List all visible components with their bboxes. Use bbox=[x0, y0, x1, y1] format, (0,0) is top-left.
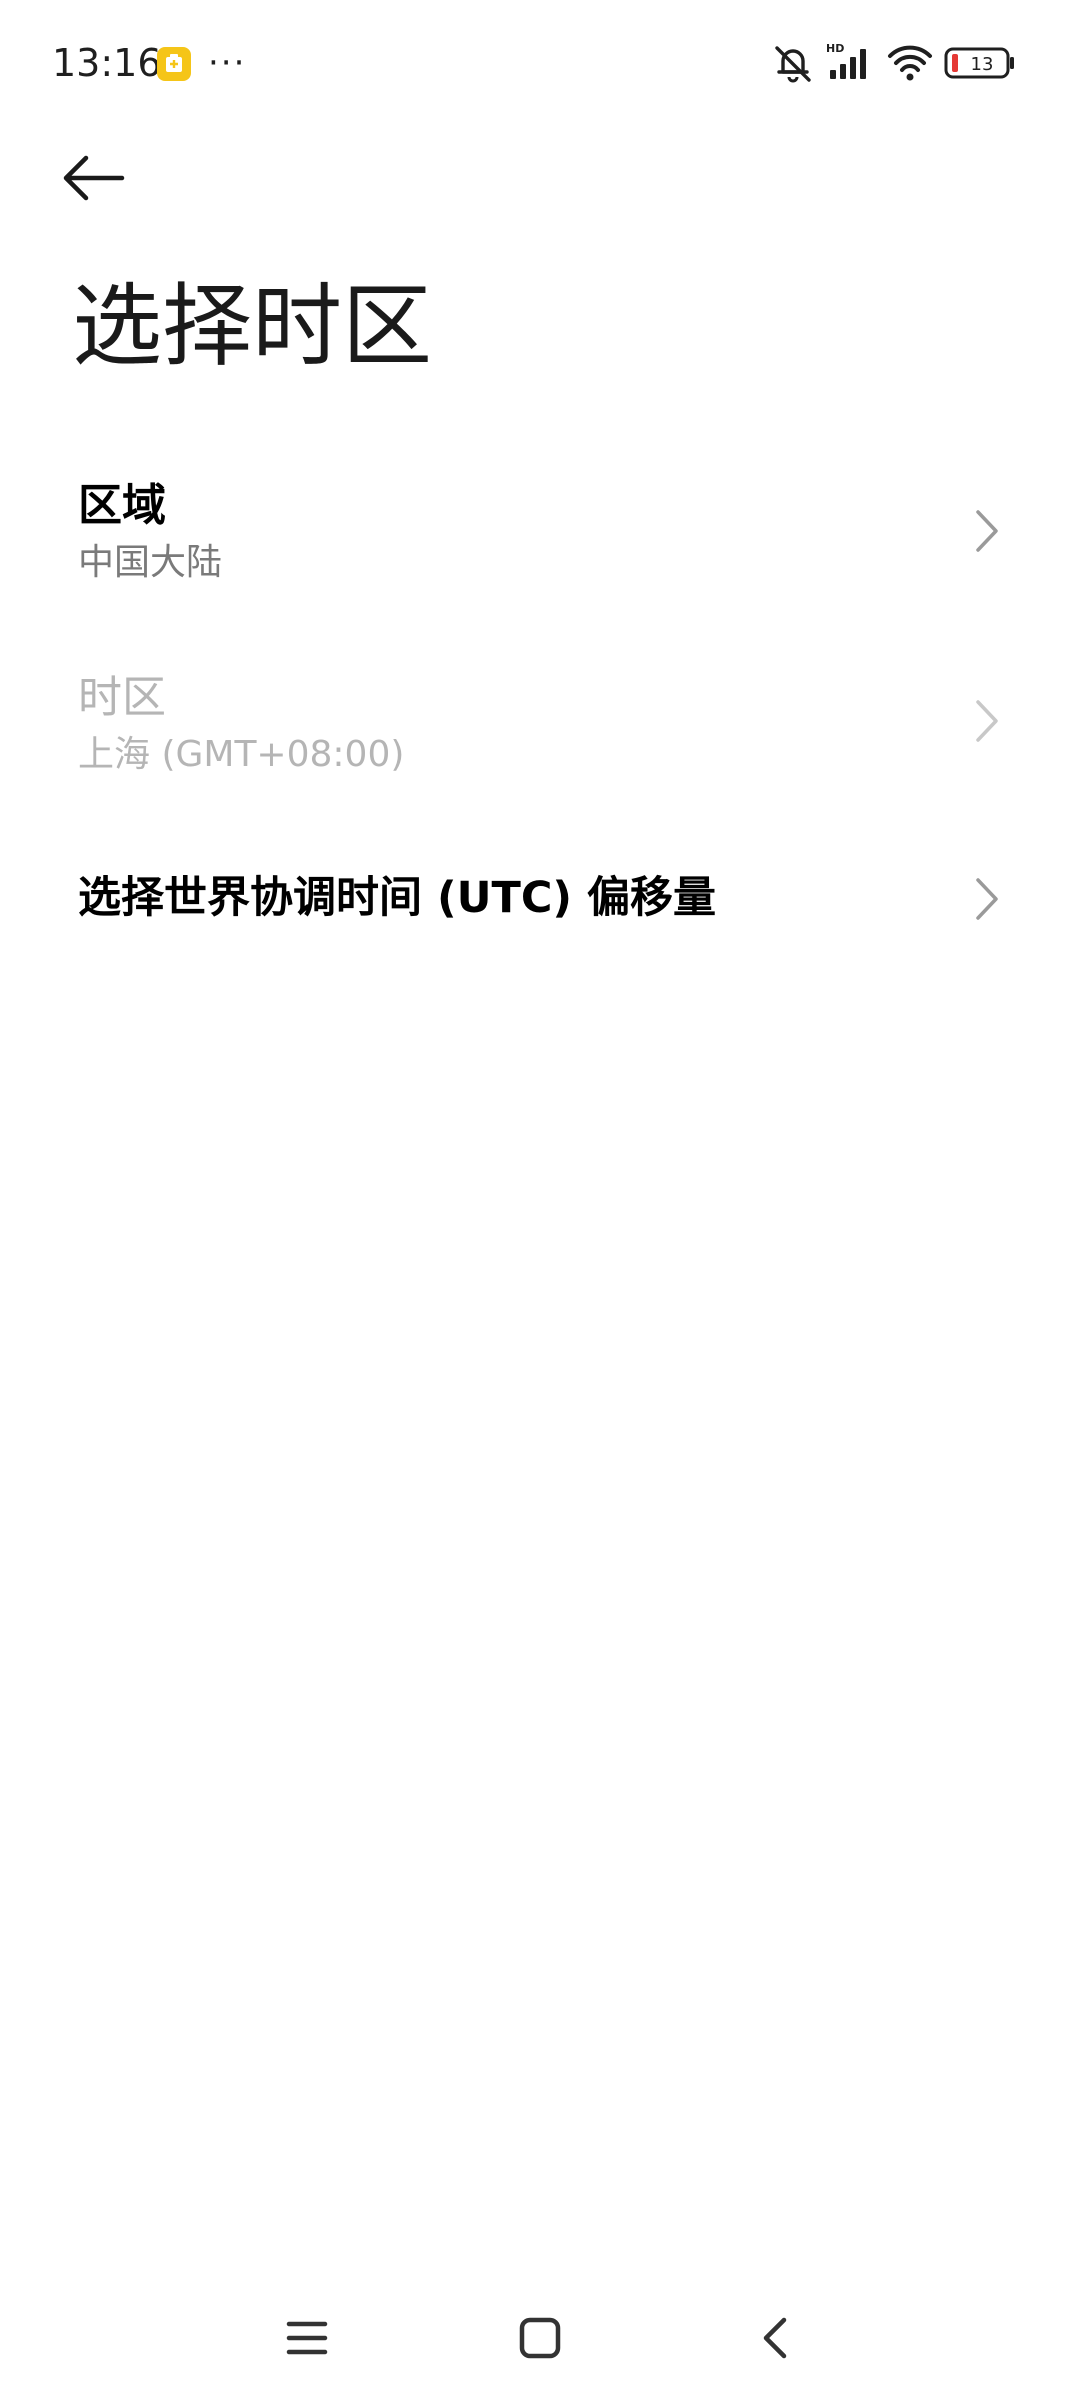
timezone-setting-item: 时区 上海 (GMT+08:00) bbox=[0, 640, 1080, 800]
battery-level: 13 bbox=[971, 54, 994, 75]
region-title: 区域 bbox=[78, 480, 166, 531]
status-time: 13:16 bbox=[52, 41, 162, 85]
overflow-notifications: ··· bbox=[208, 43, 247, 83]
navigation-bar bbox=[0, 2280, 1080, 2403]
chevron-right-icon bbox=[974, 874, 1000, 924]
network-type-label: HD bbox=[826, 42, 844, 55]
chevron-right-icon bbox=[974, 696, 1000, 746]
arrow-left-icon bbox=[60, 153, 126, 207]
utc-offset-title: 选择世界协调时间 (UTC) 偏移量 bbox=[78, 873, 717, 923]
status-bar: 13:16 ··· HD 13 bbox=[0, 0, 1080, 128]
battery-icon: 13 bbox=[944, 40, 1016, 86]
timezone-title: 时区 bbox=[78, 672, 166, 723]
utc-offset-setting-item[interactable]: 选择世界协调时间 (UTC) 偏移量 bbox=[0, 840, 1080, 960]
menu-icon bbox=[285, 2318, 329, 2362]
wifi-icon bbox=[886, 40, 934, 86]
mute-bell-icon bbox=[770, 40, 816, 86]
signal-icon: HD bbox=[826, 40, 874, 86]
region-value: 中国大陆 bbox=[78, 542, 223, 583]
nav-back-button[interactable] bbox=[730, 2300, 820, 2380]
recents-button[interactable] bbox=[262, 2300, 352, 2380]
back-icon bbox=[758, 2314, 792, 2366]
chevron-right-icon bbox=[974, 506, 1000, 556]
back-button[interactable] bbox=[60, 140, 160, 220]
home-icon bbox=[518, 2316, 562, 2364]
app-notification-icon bbox=[156, 46, 192, 82]
timezone-value: 上海 (GMT+08:00) bbox=[78, 734, 405, 775]
region-setting-item[interactable]: 区域 中国大陆 bbox=[0, 450, 1080, 610]
home-button[interactable] bbox=[495, 2300, 585, 2380]
page-title: 选择时区 bbox=[72, 274, 432, 379]
